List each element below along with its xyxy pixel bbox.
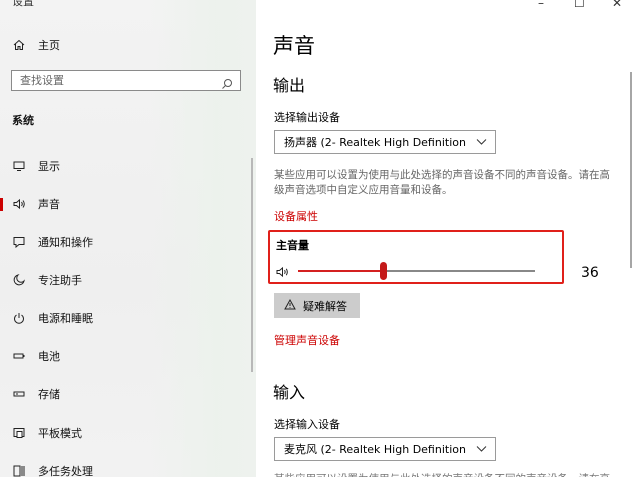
volume-slider-thumb[interactable] — [380, 262, 388, 280]
notification-icon — [12, 235, 26, 249]
sidebar-item-focus-assist[interactable]: 专注助手 — [0, 266, 250, 294]
battery-icon — [12, 349, 26, 363]
power-icon — [12, 311, 26, 325]
main-scrollbar[interactable] — [630, 72, 632, 268]
sidebar-item-label: 专注助手 — [38, 274, 82, 287]
output-device-value: 扬声器 (2- Realtek High Definition A... — [284, 136, 469, 149]
sidebar-item-label: 电池 — [38, 350, 60, 363]
troubleshoot-label: 疑难解答 — [303, 300, 347, 313]
input-heading: 输入 — [273, 383, 306, 402]
sidebar-item-home[interactable]: 主页 — [0, 31, 250, 59]
maximize-button[interactable]: ☐ — [574, 0, 585, 10]
output-heading: 输出 — [273, 76, 306, 95]
sidebar: 设置 主页 系统 显示 声音 通知和操作 专注助手 — [0, 0, 256, 477]
manage-sound-devices-link[interactable]: 管理声音设备 — [274, 332, 340, 348]
moon-icon — [12, 273, 26, 287]
chevron-down-icon — [476, 136, 487, 150]
master-volume-label: 主音量 — [276, 239, 309, 252]
active-indicator — [0, 198, 3, 211]
troubleshoot-button[interactable]: 疑难解答 — [274, 293, 360, 318]
device-properties-link[interactable]: 设备属性 — [274, 208, 318, 224]
sidebar-item-label: 存储 — [38, 388, 60, 401]
page-title: 声音 — [273, 34, 315, 58]
search-box[interactable] — [11, 70, 241, 91]
sidebar-item-storage[interactable]: 存储 — [0, 380, 250, 408]
input-description: 某些应用可以设置为使用与此处选择的声音设备不同的声音设备。请在高级声音选项中自定… — [274, 472, 614, 477]
sidebar-item-label: 多任务处理 — [38, 465, 93, 477]
tablet-icon — [12, 426, 26, 440]
sidebar-item-label: 电源和睡眠 — [38, 312, 93, 325]
input-device-dropdown[interactable]: 麦克风 (2- Realtek High Definition A... — [274, 437, 496, 461]
sidebar-item-label: 通知和操作 — [38, 236, 93, 249]
output-description: 某些应用可以设置为使用与此处选择的声音设备不同的声音设备。请在高级声音选项中自定… — [274, 169, 610, 196]
volume-highlight-box — [268, 230, 564, 284]
input-device-value: 麦克风 (2- Realtek High Definition A... — [284, 443, 469, 456]
display-icon — [12, 159, 26, 173]
volume-slider-fill — [298, 270, 384, 272]
speaker-icon — [12, 197, 26, 211]
chevron-down-icon — [476, 443, 487, 457]
search-input[interactable] — [18, 73, 212, 88]
output-device-label: 选择输出设备 — [274, 111, 340, 124]
sidebar-item-multitasking[interactable]: 多任务处理 — [0, 457, 250, 477]
sidebar-scrollbar[interactable] — [251, 158, 253, 372]
minimize-button[interactable]: – — [538, 0, 544, 10]
warning-icon — [284, 298, 296, 313]
sidebar-item-label: 平板模式 — [38, 427, 82, 440]
section-heading: 系统 — [12, 114, 34, 127]
sidebar-item-sound[interactable]: 声音 — [0, 190, 250, 218]
sidebar-item-power[interactable]: 电源和睡眠 — [0, 304, 250, 332]
sidebar-item-label: 显示 — [38, 160, 60, 173]
sidebar-item-notifications[interactable]: 通知和操作 — [0, 228, 250, 256]
volume-value: 36 — [581, 265, 599, 281]
sidebar-item-display[interactable]: 显示 — [0, 152, 250, 180]
sidebar-item-battery[interactable]: 电池 — [0, 342, 250, 370]
sidebar-item-tablet-mode[interactable]: 平板模式 — [0, 419, 250, 447]
storage-icon — [12, 387, 26, 401]
search-icon[interactable] — [221, 75, 233, 94]
multitask-icon — [12, 464, 26, 477]
window-title: 设置 — [12, 0, 34, 8]
input-device-label: 选择输入设备 — [274, 418, 340, 431]
home-icon — [12, 38, 26, 52]
close-button[interactable]: ✕ — [612, 0, 622, 10]
output-device-dropdown[interactable]: 扬声器 (2- Realtek High Definition A... — [274, 130, 496, 154]
sidebar-item-label: 声音 — [38, 198, 60, 211]
sidebar-item-label: 主页 — [38, 39, 60, 52]
speaker-volume-icon[interactable] — [276, 263, 290, 282]
